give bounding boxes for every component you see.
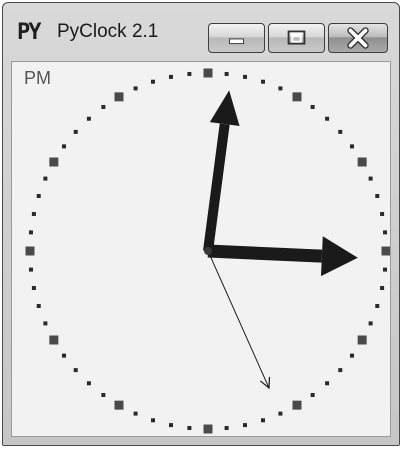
minute-hand	[207, 244, 323, 263]
hour-marker	[381, 246, 390, 256]
minute-dot	[325, 381, 330, 386]
title-bar[interactable]: PY PyClock 2.1	[3, 3, 399, 63]
close-button[interactable]	[328, 23, 388, 53]
minute-dot	[187, 426, 192, 431]
minute-dot	[278, 411, 283, 416]
minute-dot	[310, 104, 315, 109]
minute-dot	[243, 74, 248, 79]
hour-marker	[203, 68, 213, 78]
hour-marker	[357, 157, 367, 167]
minute-dot	[73, 368, 78, 373]
minute-dot	[73, 129, 78, 134]
minute-dot	[36, 193, 41, 198]
minute-dot	[325, 116, 330, 121]
hour-marker	[292, 400, 302, 410]
minute-dot	[31, 286, 36, 291]
minute-dot	[61, 144, 66, 149]
minute-dot	[261, 418, 266, 423]
minute-dot	[380, 211, 385, 216]
maximize-icon	[287, 30, 306, 45]
minute-dot	[383, 267, 388, 272]
minute-dot	[338, 368, 343, 373]
minute-dot	[310, 393, 315, 398]
minute-dot	[86, 381, 91, 386]
minute-dot	[383, 230, 388, 235]
minute-dot	[368, 321, 373, 326]
minute-dot	[168, 423, 173, 428]
hour-marker	[114, 400, 124, 410]
second-hand	[207, 250, 270, 389]
hour-hand-head	[209, 90, 240, 127]
minute-dot	[43, 321, 48, 326]
minute-dot	[243, 423, 248, 428]
minute-dot	[350, 144, 355, 149]
minute-dot	[338, 129, 343, 134]
app-window: PY PyClock 2.1 PM	[2, 2, 400, 446]
minute-dot	[224, 71, 229, 76]
hour-marker	[203, 424, 213, 434]
minute-dot	[86, 116, 91, 121]
hour-marker	[292, 92, 302, 102]
hour-marker	[25, 246, 35, 256]
hour-marker	[49, 157, 59, 167]
minute-dot	[380, 286, 385, 291]
minute-dot	[133, 411, 138, 416]
minute-dot	[28, 230, 33, 235]
minute-dot	[101, 393, 106, 398]
hour-hand	[203, 123, 230, 252]
app-icon: PY	[17, 20, 42, 45]
minute-dot	[28, 267, 33, 272]
hour-marker	[49, 335, 59, 345]
minute-dot	[261, 79, 266, 84]
hour-marker	[357, 335, 367, 345]
minute-dot	[150, 79, 155, 84]
minute-dot	[168, 74, 173, 79]
hour-marker	[114, 92, 124, 102]
minute-dot	[368, 176, 373, 181]
minute-dot	[43, 176, 48, 181]
minute-dot	[278, 86, 283, 91]
clock-area: PM	[11, 61, 391, 437]
maximize-button[interactable]	[268, 23, 325, 53]
clock-face	[25, 68, 390, 434]
minute-dot	[375, 304, 380, 309]
close-icon	[347, 27, 369, 49]
minute-dot	[133, 86, 138, 91]
minute-dot	[375, 193, 380, 198]
minimize-button[interactable]	[208, 23, 265, 53]
minute-dot	[36, 304, 41, 309]
clock-center	[204, 247, 212, 255]
minute-hand-head	[320, 236, 358, 277]
minute-dot	[150, 418, 155, 423]
minute-dot	[61, 353, 66, 358]
minute-dot	[187, 71, 192, 76]
minute-dot	[101, 104, 106, 109]
minimize-icon	[229, 38, 244, 45]
window-title: PyClock 2.1	[57, 21, 159, 42]
minute-dot	[31, 211, 36, 216]
minute-dot	[350, 353, 355, 358]
minute-dot	[224, 426, 229, 431]
